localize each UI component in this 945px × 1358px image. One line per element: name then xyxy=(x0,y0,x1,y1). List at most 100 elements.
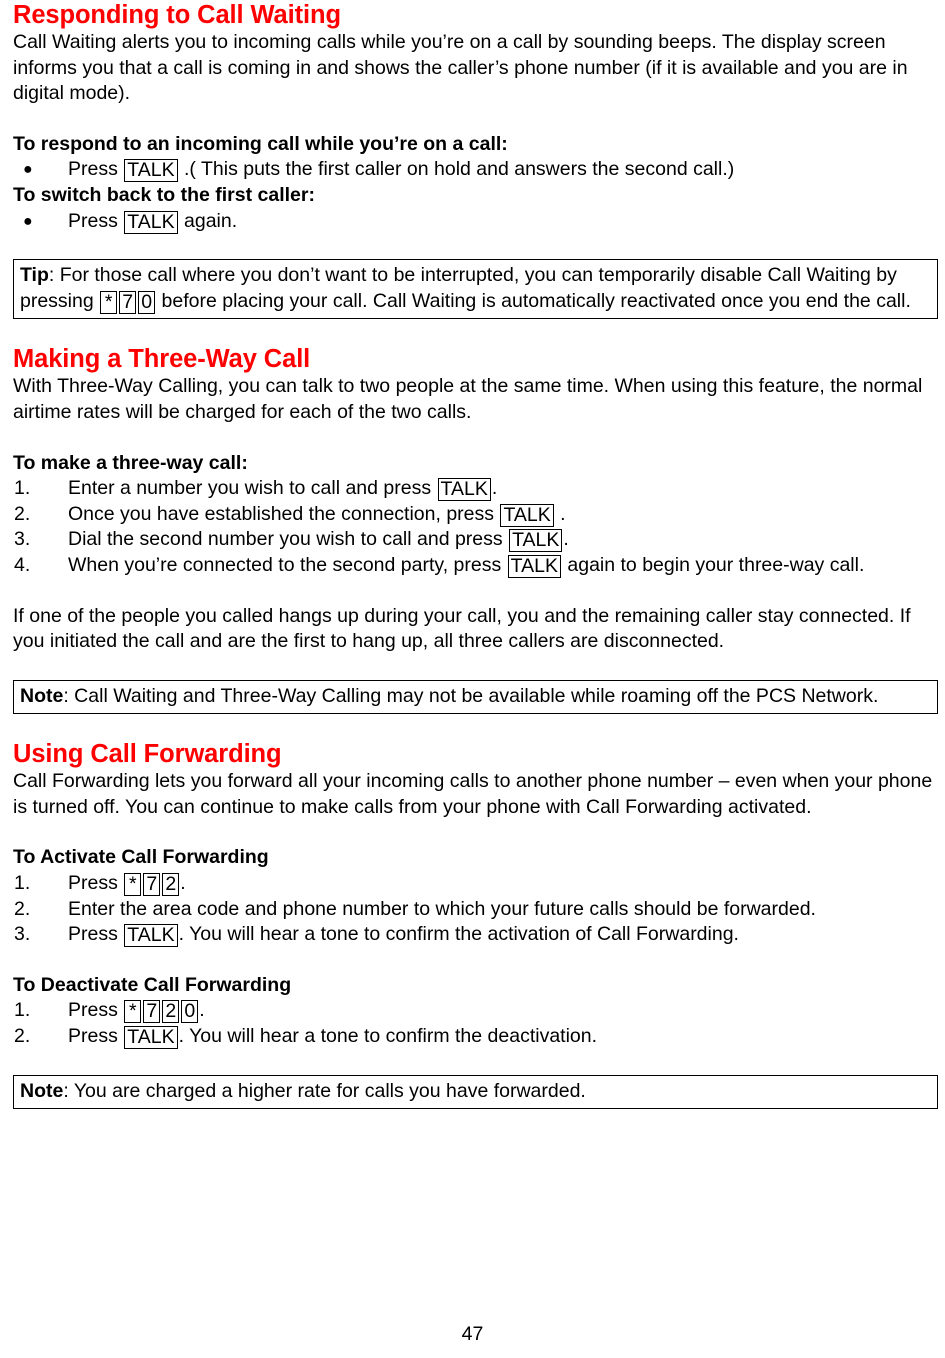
list-item-text-post: .( This puts the first caller on hold an… xyxy=(178,158,735,181)
list-switch-back: ● Press TALK again. xyxy=(13,209,938,235)
key-talk: TALK xyxy=(507,554,561,578)
step-text-post: . You will hear a tone to confirm the ac… xyxy=(178,923,739,946)
document-page: Responding to Call Waiting Call Waiting … xyxy=(0,0,945,1358)
key-talk: TALK xyxy=(124,210,178,234)
key-0: 0 xyxy=(181,1000,199,1024)
step-text-post: . xyxy=(180,872,186,895)
step-number: 2. xyxy=(14,1025,31,1048)
subheading-make-three-way-call: To make a three-way call: xyxy=(13,451,248,474)
list-item: 1. Press * 7 2. xyxy=(13,871,938,897)
step-number: 1. xyxy=(14,477,31,500)
note-callout-box-higher-rate: Note: You are charged a higher rate for … xyxy=(13,1074,938,1110)
tip-callout-box: Tip: For those call where you don’t want… xyxy=(13,259,938,320)
key-talk: TALK xyxy=(509,529,563,553)
subheading-switch-back-first-caller: To switch back to the first caller: xyxy=(13,183,315,206)
key-7: 7 xyxy=(143,1000,161,1024)
list-three-way-steps: 1. Enter a number you wish to call and pr… xyxy=(13,476,938,578)
key-talk: TALK xyxy=(124,1026,178,1050)
list-item: 2. Once you have established the connecti… xyxy=(13,502,938,528)
list-item: ● Press TALK again. xyxy=(13,209,938,235)
paragraph-three-way-closing: If one of the people you called hangs up… xyxy=(13,604,911,653)
heading-making-three-way-call: Making a Three-Way Call xyxy=(13,345,311,374)
list-deactivate-call-forwarding-steps: 1. Press * 7 2 0. 2. Press TALK. You will hea… xyxy=(13,998,938,1050)
subheading-respond-incoming-call: To respond to an incoming call while you… xyxy=(13,132,508,155)
step-text-pre: Press xyxy=(68,872,124,895)
step-number: 2. xyxy=(14,897,31,920)
heading-using-call-forwarding: Using Call Forwarding xyxy=(13,740,282,769)
paragraph-three-way-intro: With Three-Way Calling, you can talk to … xyxy=(13,375,923,423)
step-text-post: . xyxy=(199,999,205,1022)
note-text: : You are charged a higher rate for call… xyxy=(63,1079,586,1102)
key-7: 7 xyxy=(119,290,137,314)
key-star: * xyxy=(100,290,118,314)
key-talk: TALK xyxy=(124,924,178,948)
tip-text-part-2: before placing your call. Call Waiting i… xyxy=(156,289,911,312)
note-label: Note xyxy=(20,1079,64,1102)
list-item: 2. Press TALK. You will hear a tone to co… xyxy=(13,1024,938,1050)
key-0: 0 xyxy=(138,290,156,314)
key-7: 7 xyxy=(143,873,161,897)
subheading-activate-call-forwarding: To Activate Call Forwarding xyxy=(13,846,269,869)
key-talk: TALK xyxy=(500,503,554,527)
paragraph-call-forwarding-intro: Call Forwarding lets you forward all you… xyxy=(13,770,933,818)
step-text-pre: Once you have established the connection… xyxy=(68,502,500,525)
step-text-pre: Press xyxy=(68,999,124,1022)
step-text-post: . xyxy=(563,528,569,551)
heading-responding-to-call-waiting: Responding to Call Waiting xyxy=(13,1,341,29)
step-text-post: . You will hear a tone to confirm the de… xyxy=(178,1025,598,1048)
page-content: Responding to Call Waiting Call Waiting … xyxy=(13,0,938,1110)
subheading-deactivate-call-forwarding: To Deactivate Call Forwarding xyxy=(13,973,292,996)
key-talk: TALK xyxy=(437,478,491,502)
step-text-post: . xyxy=(554,502,566,525)
bullet-marker: ● xyxy=(23,161,33,179)
list-item-text-post: again. xyxy=(178,209,238,232)
list-activate-call-forwarding-steps: 1. Press * 7 2. 2. Enter the area code and p… xyxy=(13,871,938,948)
note-label: Note xyxy=(20,684,64,707)
step-number: 3. xyxy=(14,528,31,551)
list-item: 3. Press TALK. You will hear a tone to co… xyxy=(13,922,938,948)
list-item: 3. Dial the second number you wish to cal… xyxy=(13,527,938,553)
step-text-pre: Dial the second number you wish to call … xyxy=(68,528,509,551)
key-star: * xyxy=(124,873,142,897)
step-number: 2. xyxy=(14,502,31,525)
key-star: * xyxy=(124,1000,142,1024)
list-item: 2. Enter the area code and phone number t… xyxy=(13,897,938,923)
list-item-text-pre: Press xyxy=(68,209,124,232)
list-item-text-pre: Press xyxy=(68,158,124,181)
step-text-post: again to begin your three-way call. xyxy=(561,553,865,576)
step-text-post: . xyxy=(491,477,498,500)
key-talk: TALK xyxy=(124,159,178,183)
step-number: 1. xyxy=(14,872,31,895)
step-text-pre: Enter a number you wish to call and pres… xyxy=(68,477,437,500)
step-text-pre: Press xyxy=(68,923,124,946)
step-number: 4. xyxy=(14,553,31,576)
list-respond-incoming-call: ● Press TALK .( This puts the first calle… xyxy=(13,157,938,183)
step-text-pre: When you’re connected to the second part… xyxy=(68,553,507,576)
list-item: 4. When you’re connected to the second pa… xyxy=(13,553,938,579)
step-number: 1. xyxy=(14,999,31,1022)
list-item: ● Press TALK .( This puts the first calle… xyxy=(13,157,938,183)
paragraph-call-waiting-intro: Call Waiting alerts you to incoming call… xyxy=(13,31,908,105)
step-text-pre: Press xyxy=(68,1025,124,1048)
note-text: : Call Waiting and Three-Way Calling may… xyxy=(63,684,879,707)
note-callout-box-roaming: Note: Call Waiting and Three-Way Calling… xyxy=(13,679,938,715)
list-item: 1. Enter a number you wish to call and pr… xyxy=(13,476,938,502)
list-item: 1. Press * 7 2 0. xyxy=(13,998,938,1024)
step-text-pre: Enter the area code and phone number to … xyxy=(68,897,816,920)
key-2: 2 xyxy=(162,873,180,897)
step-number: 3. xyxy=(14,923,31,946)
page-number: 47 xyxy=(461,1323,484,1345)
key-2: 2 xyxy=(162,1000,180,1024)
bullet-marker: ● xyxy=(23,212,33,230)
tip-label: Tip xyxy=(20,264,49,287)
